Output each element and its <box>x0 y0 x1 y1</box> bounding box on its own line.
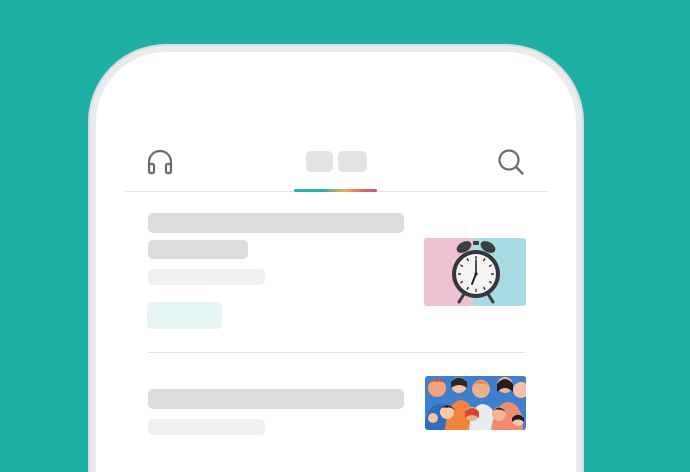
article-title-skeleton[interactable] <box>148 389 404 409</box>
active-tab-indicator <box>294 189 377 192</box>
tab-second[interactable] <box>338 151 367 172</box>
alarm-clock-image[interactable] <box>424 238 526 306</box>
article-tag-skeleton[interactable] <box>147 302 222 329</box>
search-icon[interactable] <box>496 148 526 183</box>
tab-first[interactable] <box>306 151 333 172</box>
article-title-skeleton[interactable] <box>148 213 404 233</box>
headphones-icon[interactable] <box>146 148 174 181</box>
article-meta-skeleton <box>148 419 265 435</box>
article-meta-skeleton <box>148 269 265 285</box>
article-title-skeleton-line2[interactable] <box>148 240 248 259</box>
crowd-illustration-image[interactable] <box>425 376 526 430</box>
feed-item-divider <box>148 352 525 353</box>
